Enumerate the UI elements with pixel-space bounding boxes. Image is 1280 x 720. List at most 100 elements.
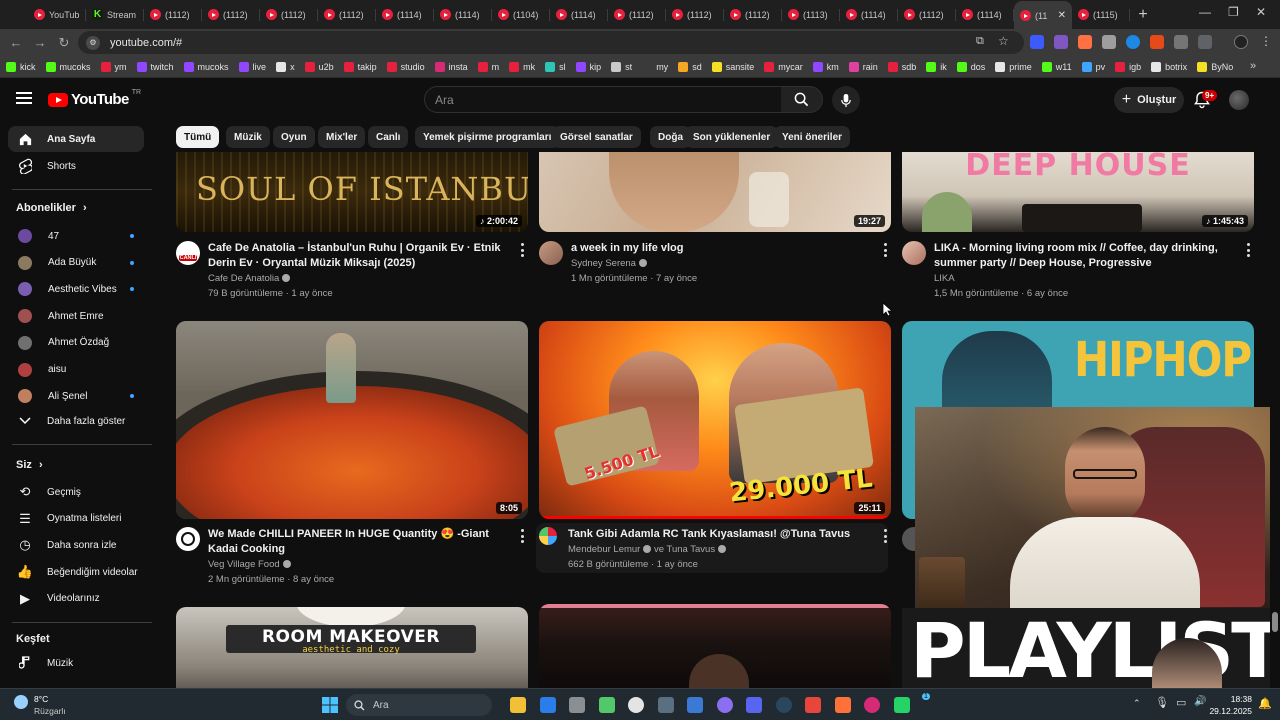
video-title[interactable]: LIKA - Morning living room mix // Coffee…	[934, 241, 1244, 271]
bookmark-item[interactable]: sansite	[711, 61, 754, 72]
youtube-logo[interactable]: YouTube TR	[48, 89, 141, 108]
forward-button[interactable]: →	[28, 35, 52, 50]
browser-tab[interactable]: (1112)	[202, 1, 260, 28]
channel-avatar[interactable]	[539, 241, 563, 265]
browser-tab[interactable]: YouTub	[28, 1, 86, 28]
filter-chip[interactable]: Yemek pişirme programları	[415, 126, 560, 148]
browser-tab[interactable]: (1114)	[840, 1, 898, 28]
video-thumbnail[interactable]: 19:27	[539, 152, 891, 232]
subscription-item[interactable]: 47	[8, 223, 144, 249]
bookmark-item[interactable]: prime	[995, 61, 1032, 72]
more-actions-icon[interactable]	[883, 243, 887, 257]
filter-chip[interactable]: Son yüklenenler	[685, 126, 779, 148]
video-thumbnail[interactable]	[539, 604, 891, 688]
bookmark-item[interactable]: sd	[678, 61, 702, 72]
notifications-center-icon[interactable]: 🔔	[1258, 697, 1272, 710]
bookmark-item[interactable]: my	[642, 61, 668, 72]
create-button[interactable]: + Oluştur	[1114, 87, 1184, 113]
filter-chip[interactable]: Yeni öneriler	[774, 126, 851, 148]
browser-tab[interactable]: (1113)	[782, 1, 840, 28]
video-thumbnail[interactable]: 8:05	[176, 321, 528, 519]
channel-name[interactable]: Veg Village Food	[208, 557, 291, 572]
filter-chip[interactable]: Tümü	[176, 126, 220, 148]
extension-icon[interactable]	[1174, 35, 1188, 49]
bookmark-item[interactable]: sl	[545, 61, 566, 72]
taskbar-search[interactable]: Ara	[346, 694, 492, 716]
more-actions-icon[interactable]	[883, 529, 887, 543]
bookmark-item[interactable]: ByNo	[1197, 61, 1233, 72]
scrollbar-track[interactable]	[1270, 122, 1280, 688]
network-icon[interactable]: ▭	[1176, 696, 1186, 709]
sidebar-item-music[interactable]: Müzik	[8, 650, 144, 676]
app-icon[interactable]	[893, 697, 910, 713]
channel-avatar[interactable]: CANLI	[176, 241, 200, 265]
bookmarks-overflow-icon[interactable]: »	[1250, 60, 1256, 72]
browser-tab[interactable]: (1114)	[376, 1, 434, 28]
channel-avatar[interactable]	[902, 241, 926, 265]
bookmark-item[interactable]: u2b	[304, 61, 334, 72]
more-actions-icon[interactable]	[520, 529, 524, 543]
bookmark-item[interactable]: km	[812, 61, 839, 72]
subscription-item[interactable]: Ada Büyük	[8, 250, 144, 276]
you-header[interactable]: Siz ›	[16, 459, 43, 471]
bookmark-item[interactable]: w11	[1041, 61, 1072, 72]
discord-icon[interactable]	[716, 697, 733, 713]
subscription-item[interactable]: Ali Şenel	[8, 383, 144, 409]
bookmark-item[interactable]: takip	[343, 61, 377, 72]
maximize-button[interactable]: ❐	[1228, 5, 1239, 19]
browser-tab[interactable]: (1112)	[144, 1, 202, 28]
browser-tab[interactable]: (11 ✕	[1014, 1, 1072, 30]
instagram-icon[interactable]	[834, 697, 851, 713]
search-input[interactable]: Ara	[424, 86, 782, 113]
browser-tab[interactable]: (1114)	[434, 1, 492, 28]
video-thumbnail[interactable]: DEEP HOUSE ♪ 1:45:43	[902, 152, 1254, 232]
extensions-puzzle-icon[interactable]	[1198, 35, 1212, 49]
new-tab-button[interactable]: +	[1130, 6, 1156, 24]
bookmark-item[interactable]: dos	[956, 61, 985, 72]
show-more-button[interactable]: Daha fazla göster	[8, 408, 144, 434]
subscription-item[interactable]: Ahmet Özdağ	[8, 330, 144, 356]
browser-tab[interactable]: (1112)	[898, 1, 956, 28]
microphone-tray-icon[interactable]: 🎙	[1155, 696, 1169, 709]
extension-icon[interactable]	[1030, 35, 1044, 49]
filter-chip[interactable]: Oyun	[273, 126, 315, 148]
scrollbar-thumb[interactable]	[1272, 612, 1278, 632]
browser-tab[interactable]: (1112)	[318, 1, 376, 28]
sidebar-item-like[interactable]: 👍 Beğendiğim videolar	[8, 559, 144, 585]
install-app-icon[interactable]: ⧉	[976, 35, 984, 48]
bookmark-item[interactable]: insta	[434, 61, 468, 72]
bookmark-item[interactable]: kip	[575, 61, 601, 72]
subscription-item[interactable]: Aesthetic Vibes	[8, 276, 144, 302]
video-title[interactable]: Cafe De Anatolia – İstanbul'un Ruhu | Or…	[208, 241, 514, 271]
sidebar-item-watch-later[interactable]: ◷ Daha sonra izle	[8, 532, 144, 558]
browser-tab[interactable]: (1104)	[492, 1, 550, 28]
filter-chip[interactable]: Müzik	[226, 126, 270, 148]
extension-icon[interactable]	[1102, 35, 1116, 49]
bookmark-item[interactable]: live	[238, 61, 266, 72]
more-actions-icon[interactable]	[1246, 243, 1250, 257]
bookmark-item[interactable]: st	[611, 61, 632, 72]
chatgpt-icon[interactable]	[628, 697, 644, 713]
file-explorer-icon[interactable]	[510, 697, 526, 713]
bookmark-item[interactable]: studio	[386, 61, 425, 72]
windows-start-icon[interactable]	[322, 697, 338, 713]
whatsapp-icon[interactable]	[864, 697, 880, 713]
video-title[interactable]: Tank Gibi Adamla RC Tank Kıyaslaması! @T…	[568, 527, 874, 542]
bookmark-item[interactable]: pv	[1081, 61, 1105, 72]
app-icon[interactable]	[687, 697, 703, 713]
sidebar-item-your-videos[interactable]: ▶ Videolarınız	[8, 586, 144, 612]
bookmark-item[interactable]: botrix	[1151, 61, 1187, 72]
browser-tab[interactable]: (1114)	[550, 1, 608, 28]
bookmark-item[interactable]: kick	[6, 61, 36, 72]
filter-chip[interactable]: Mix'ler	[318, 126, 366, 148]
channel-name[interactable]: Cafe De Anatolia	[208, 271, 291, 286]
chrome-icon[interactable]	[775, 697, 792, 713]
bookmark-item[interactable]: rain	[848, 61, 878, 72]
app-icon[interactable]	[657, 697, 674, 713]
sidebar-item-shorts[interactable]: Shorts	[8, 153, 144, 179]
minimize-button[interactable]: —	[1199, 5, 1211, 19]
video-thumbnail[interactable]: ROOM MAKEOVER aesthetic and cozy	[176, 607, 528, 688]
extension-icon[interactable]	[1054, 35, 1068, 49]
url-field[interactable]: ⚙ youtube.com/#	[78, 31, 1024, 54]
close-tab-icon[interactable]: ✕	[1058, 10, 1066, 21]
